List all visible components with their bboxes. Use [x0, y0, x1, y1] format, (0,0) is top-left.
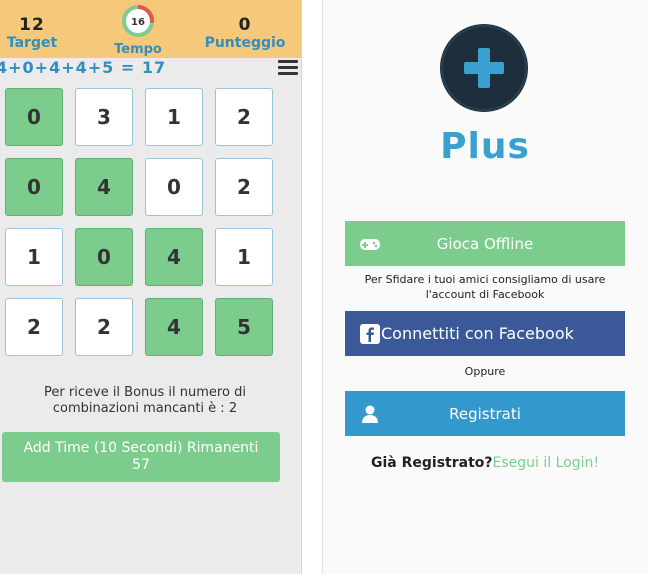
grid-cell[interactable]: 4 — [75, 158, 133, 216]
target-value: 12 — [19, 15, 45, 35]
grid-cell[interactable]: 0 — [145, 158, 203, 216]
target-stat: 12 Target — [0, 15, 64, 52]
add-time-remaining: 57 — [132, 457, 150, 473]
score-label: Punteggio — [204, 35, 286, 51]
grid-cell[interactable]: 0 — [5, 88, 63, 146]
timer-label: Tempo — [114, 42, 162, 57]
screen-gap — [302, 0, 322, 574]
add-time-label: Add Time (10 Secondi) Rimanenti — [23, 440, 259, 456]
recommendation-line-1: Per Sfidare i tuoi amici consigliamo di … — [364, 273, 606, 286]
grid-cell[interactable]: 1 — [145, 88, 203, 146]
timer-ring: 16 — [122, 5, 154, 37]
bonus-line-1: Per riceve il Bonus il numero di — [44, 385, 246, 400]
play-offline-button[interactable]: Gioca Offline — [345, 221, 625, 266]
register-button[interactable]: Registrati — [345, 391, 625, 436]
grid-cell[interactable]: 2 — [75, 298, 133, 356]
grid-cell[interactable]: 0 — [5, 158, 63, 216]
plus-logo — [440, 24, 528, 112]
add-time-button[interactable]: Add Time (10 Secondi) Rimanenti 57 — [2, 432, 280, 482]
facebook-icon — [360, 324, 380, 344]
bonus-line-2: combinazioni mancanti è : 2 — [52, 401, 238, 416]
login-link[interactable]: Esegui il Login! — [493, 455, 599, 471]
score-value: 0 — [238, 15, 252, 35]
facebook-connect-label: Connettiti con Facebook — [381, 324, 574, 343]
grid-cell[interactable]: 1 — [215, 228, 273, 286]
plus-icon — [441, 25, 527, 111]
grid-cell[interactable]: 0 — [75, 228, 133, 286]
or-separator: Oppure — [464, 365, 506, 378]
target-label: Target — [6, 35, 58, 51]
grid-cell[interactable]: 2 — [5, 298, 63, 356]
game-header: 12 Target 16 Tempo 0 Punteggio — [0, 0, 301, 58]
timer-value: 16 — [131, 17, 145, 28]
grid-cell[interactable]: 3 — [75, 88, 133, 146]
register-label: Registrati — [449, 404, 521, 423]
app-title: Plus — [440, 126, 530, 167]
timer-stat: 16 Tempo — [108, 4, 168, 57]
grid-cell[interactable]: 2 — [215, 88, 273, 146]
facebook-connect-button[interactable]: Connettiti con Facebook — [345, 311, 625, 356]
grid-cell[interactable]: 4 — [145, 298, 203, 356]
game-screen — [0, 0, 302, 574]
grid-cell[interactable]: 2 — [215, 158, 273, 216]
recommendation-line-2: l'account di Facebook — [425, 288, 545, 301]
hamburger-menu-icon[interactable] — [278, 60, 298, 76]
grid-cell[interactable]: 4 — [145, 228, 203, 286]
already-registered-text: Già Registrato? — [371, 455, 493, 471]
play-offline-label: Gioca Offline — [436, 234, 534, 253]
user-icon — [362, 405, 378, 423]
grid-cell[interactable]: 5 — [215, 298, 273, 356]
current-equation: 4+0+4+4+5 = 17 — [0, 58, 167, 77]
bonus-message: Per riceve il Bonus il numero di combina… — [10, 385, 280, 417]
facebook-recommendation: Per Sfidare i tuoi amici consigliamo di … — [345, 272, 625, 302]
grid-cell[interactable]: 1 — [5, 228, 63, 286]
gamepad-icon — [360, 239, 380, 250]
login-prompt: Già Registrato?Esegui il Login! — [345, 455, 625, 471]
score-stat: 0 Punteggio — [200, 15, 290, 52]
